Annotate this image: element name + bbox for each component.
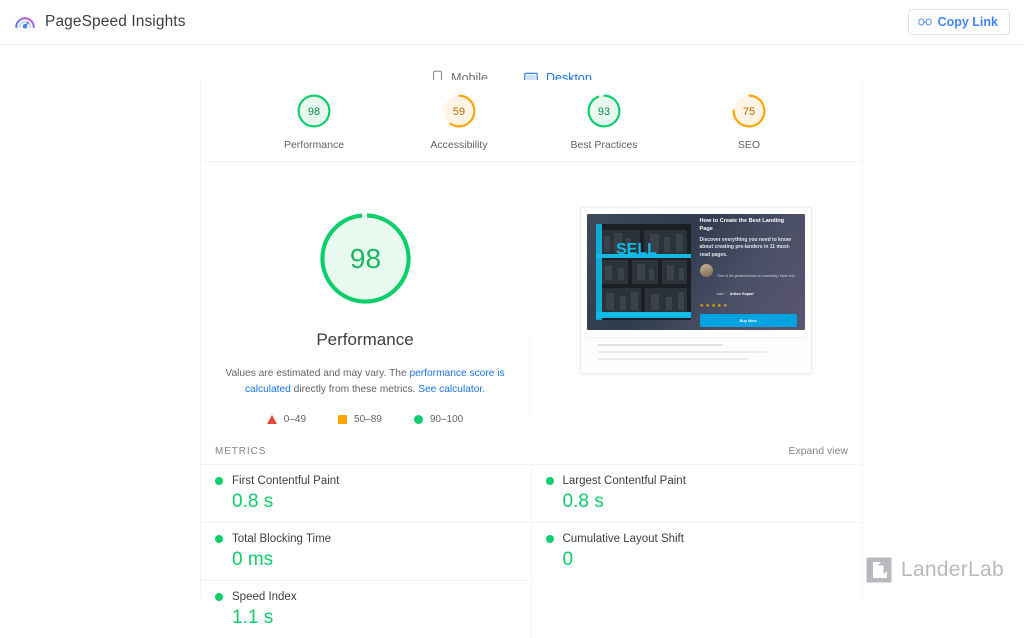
performance-summary: 98 Performance Values are estimated and …: [201, 207, 529, 425]
detail-vertical-divider: [529, 337, 530, 413]
app-header: PageSpeed Insights Copy Link: [0, 0, 1024, 45]
avatar: [699, 264, 713, 278]
thumbnail-text-line: [596, 358, 750, 360]
thumbnail-cta-button: Buy Now: [699, 314, 797, 328]
expand-view-button[interactable]: Expand view: [788, 445, 848, 457]
category-label-performance: Performance: [283, 139, 345, 151]
metrics-column-right: Largest Contentful Paint 0.8 s Cumulativ…: [531, 463, 862, 638]
see-calculator-link[interactable]: See calculator.: [418, 384, 485, 395]
metric-speed-index[interactable]: Speed Index 1.1 s: [201, 579, 531, 638]
legend-item-pass: 90–100: [413, 413, 464, 425]
legend-range-average: 50–89: [354, 413, 382, 425]
landerlab-watermark: LanderLab: [866, 557, 1004, 583]
star-rating-icon: ★★★★★: [699, 303, 729, 310]
metrics-column-left: First Contentful Paint 0.8 s Total Block…: [201, 463, 532, 638]
metrics-title: METRICS: [215, 445, 267, 457]
category-score-best-practices[interactable]: 93 Best Practices: [556, 92, 652, 151]
brand: PageSpeed Insights: [14, 11, 186, 33]
legend-range-fail: 0–49: [283, 413, 307, 425]
gauge-accessibility-value: 59: [453, 106, 465, 118]
thumbnail-text-line: [596, 344, 723, 346]
legend-range-pass: 90–100: [429, 413, 464, 425]
category-score-performance[interactable]: 98 Performance: [266, 92, 362, 151]
performance-disclaimer: Values are estimated and may vary. The p…: [219, 366, 511, 398]
report-card: 98 Performance 59 Accessibility 93 Best …: [200, 80, 863, 638]
metric-label: Cumulative Layout Shift: [562, 532, 684, 545]
thumbnail-testimonial: "One of the greatest books on marketing …: [699, 264, 797, 300]
link-icon: [917, 17, 932, 27]
gauge-seo-value: 75: [743, 106, 755, 118]
gauge-performance: 98: [297, 94, 331, 128]
category-score-accessibility[interactable]: 59 Accessibility: [411, 92, 507, 151]
category-label-best-practices: Best Practices: [570, 139, 638, 151]
metrics-header: METRICS Expand view: [201, 431, 862, 464]
category-label-seo: SEO: [737, 139, 761, 151]
metric-total-blocking-time[interactable]: Total Blocking Time 0 ms: [201, 521, 531, 580]
landerlab-watermark-text: LanderLab: [900, 558, 1004, 581]
gauge-seo: 75: [732, 94, 766, 128]
category-label-accessibility: Accessibility: [430, 139, 488, 151]
score-legend: 0–49 50–89 90–100: [266, 413, 464, 425]
status-dot-pass: [545, 476, 554, 485]
thumbnail-subsection: [586, 337, 805, 360]
thumbnail-author: Arthur Gopart: [729, 292, 754, 297]
pagespeed-logo-icon: [14, 11, 36, 33]
metric-value: 0.8 s: [232, 490, 274, 512]
metric-cumulative-layout-shift[interactable]: Cumulative Layout Shift 0: [531, 521, 862, 580]
status-dot-pass: [215, 534, 223, 543]
thumbnail-body: Discover everything you need to know abo…: [699, 236, 791, 258]
gauge-performance-large-value: 98: [349, 243, 380, 274]
performance-title: Performance: [316, 330, 414, 349]
metric-value: 1.1 s: [232, 606, 274, 628]
metric-value: 0 ms: [232, 548, 274, 570]
page-screenshot-thumbnail: SELL How to Create the Best Landing Page…: [579, 207, 812, 374]
disclaimer-text-1: Values are estimated and may vary. The: [225, 368, 410, 379]
metric-value: 0: [562, 548, 574, 570]
triangle-icon: [266, 414, 277, 424]
svg-text:SELL: SELL: [616, 241, 657, 258]
metric-label: Total Blocking Time: [232, 532, 332, 545]
status-dot-pass: [215, 476, 223, 485]
landerlab-logo-icon: [866, 557, 892, 583]
metrics-grid: First Contentful Paint 0.8 s Total Block…: [201, 463, 862, 638]
gauge-performance-value: 98: [308, 106, 320, 118]
gauge-accessibility: 59: [442, 94, 476, 128]
book-mockup-image: SELL: [595, 224, 691, 320]
status-dot-pass: [545, 534, 554, 543]
thumbnail-heading: How to Create the Best Landing Page: [699, 217, 785, 232]
thumbnail-quote: "One of the greatest books on marketing …: [716, 274, 795, 297]
app-title: PageSpeed Insights: [45, 13, 186, 30]
metric-label: First Contentful Paint: [232, 474, 340, 487]
thumbnail-text-line: [596, 351, 767, 353]
category-score-row: 98 Performance 59 Accessibility 93 Best …: [201, 80, 862, 161]
legend-item-fail: 0–49: [266, 413, 307, 425]
square-icon: [338, 414, 348, 424]
screenshot-preview-area: SELL How to Create the Best Landing Page…: [529, 207, 862, 374]
copy-link-label: Copy Link: [937, 14, 998, 29]
thumbnail-copy: How to Create the Best Landing Page Disc…: [699, 217, 805, 328]
metric-label: Largest Contentful Paint: [562, 474, 686, 487]
category-score-seo[interactable]: 75 SEO: [701, 92, 797, 151]
performance-detail: 98 Performance Values are estimated and …: [201, 162, 862, 431]
legend-item-average: 50–89: [338, 414, 382, 425]
gauge-best-practices: 93: [587, 94, 621, 128]
thumbnail-hero: SELL How to Create the Best Landing Page…: [586, 214, 805, 330]
disclaimer-text-2: directly from these metrics.: [290, 383, 419, 395]
gauge-best-practices-value: 93: [598, 106, 610, 118]
gauge-performance-large: 98: [319, 213, 411, 304]
metric-value: 0.8 s: [562, 490, 604, 512]
circle-icon: [413, 414, 423, 424]
copy-link-button[interactable]: Copy Link: [907, 8, 1010, 36]
metric-first-contentful-paint[interactable]: First Contentful Paint 0.8 s: [201, 463, 531, 522]
metric-largest-contentful-paint[interactable]: Largest Contentful Paint 0.8 s: [531, 463, 862, 522]
